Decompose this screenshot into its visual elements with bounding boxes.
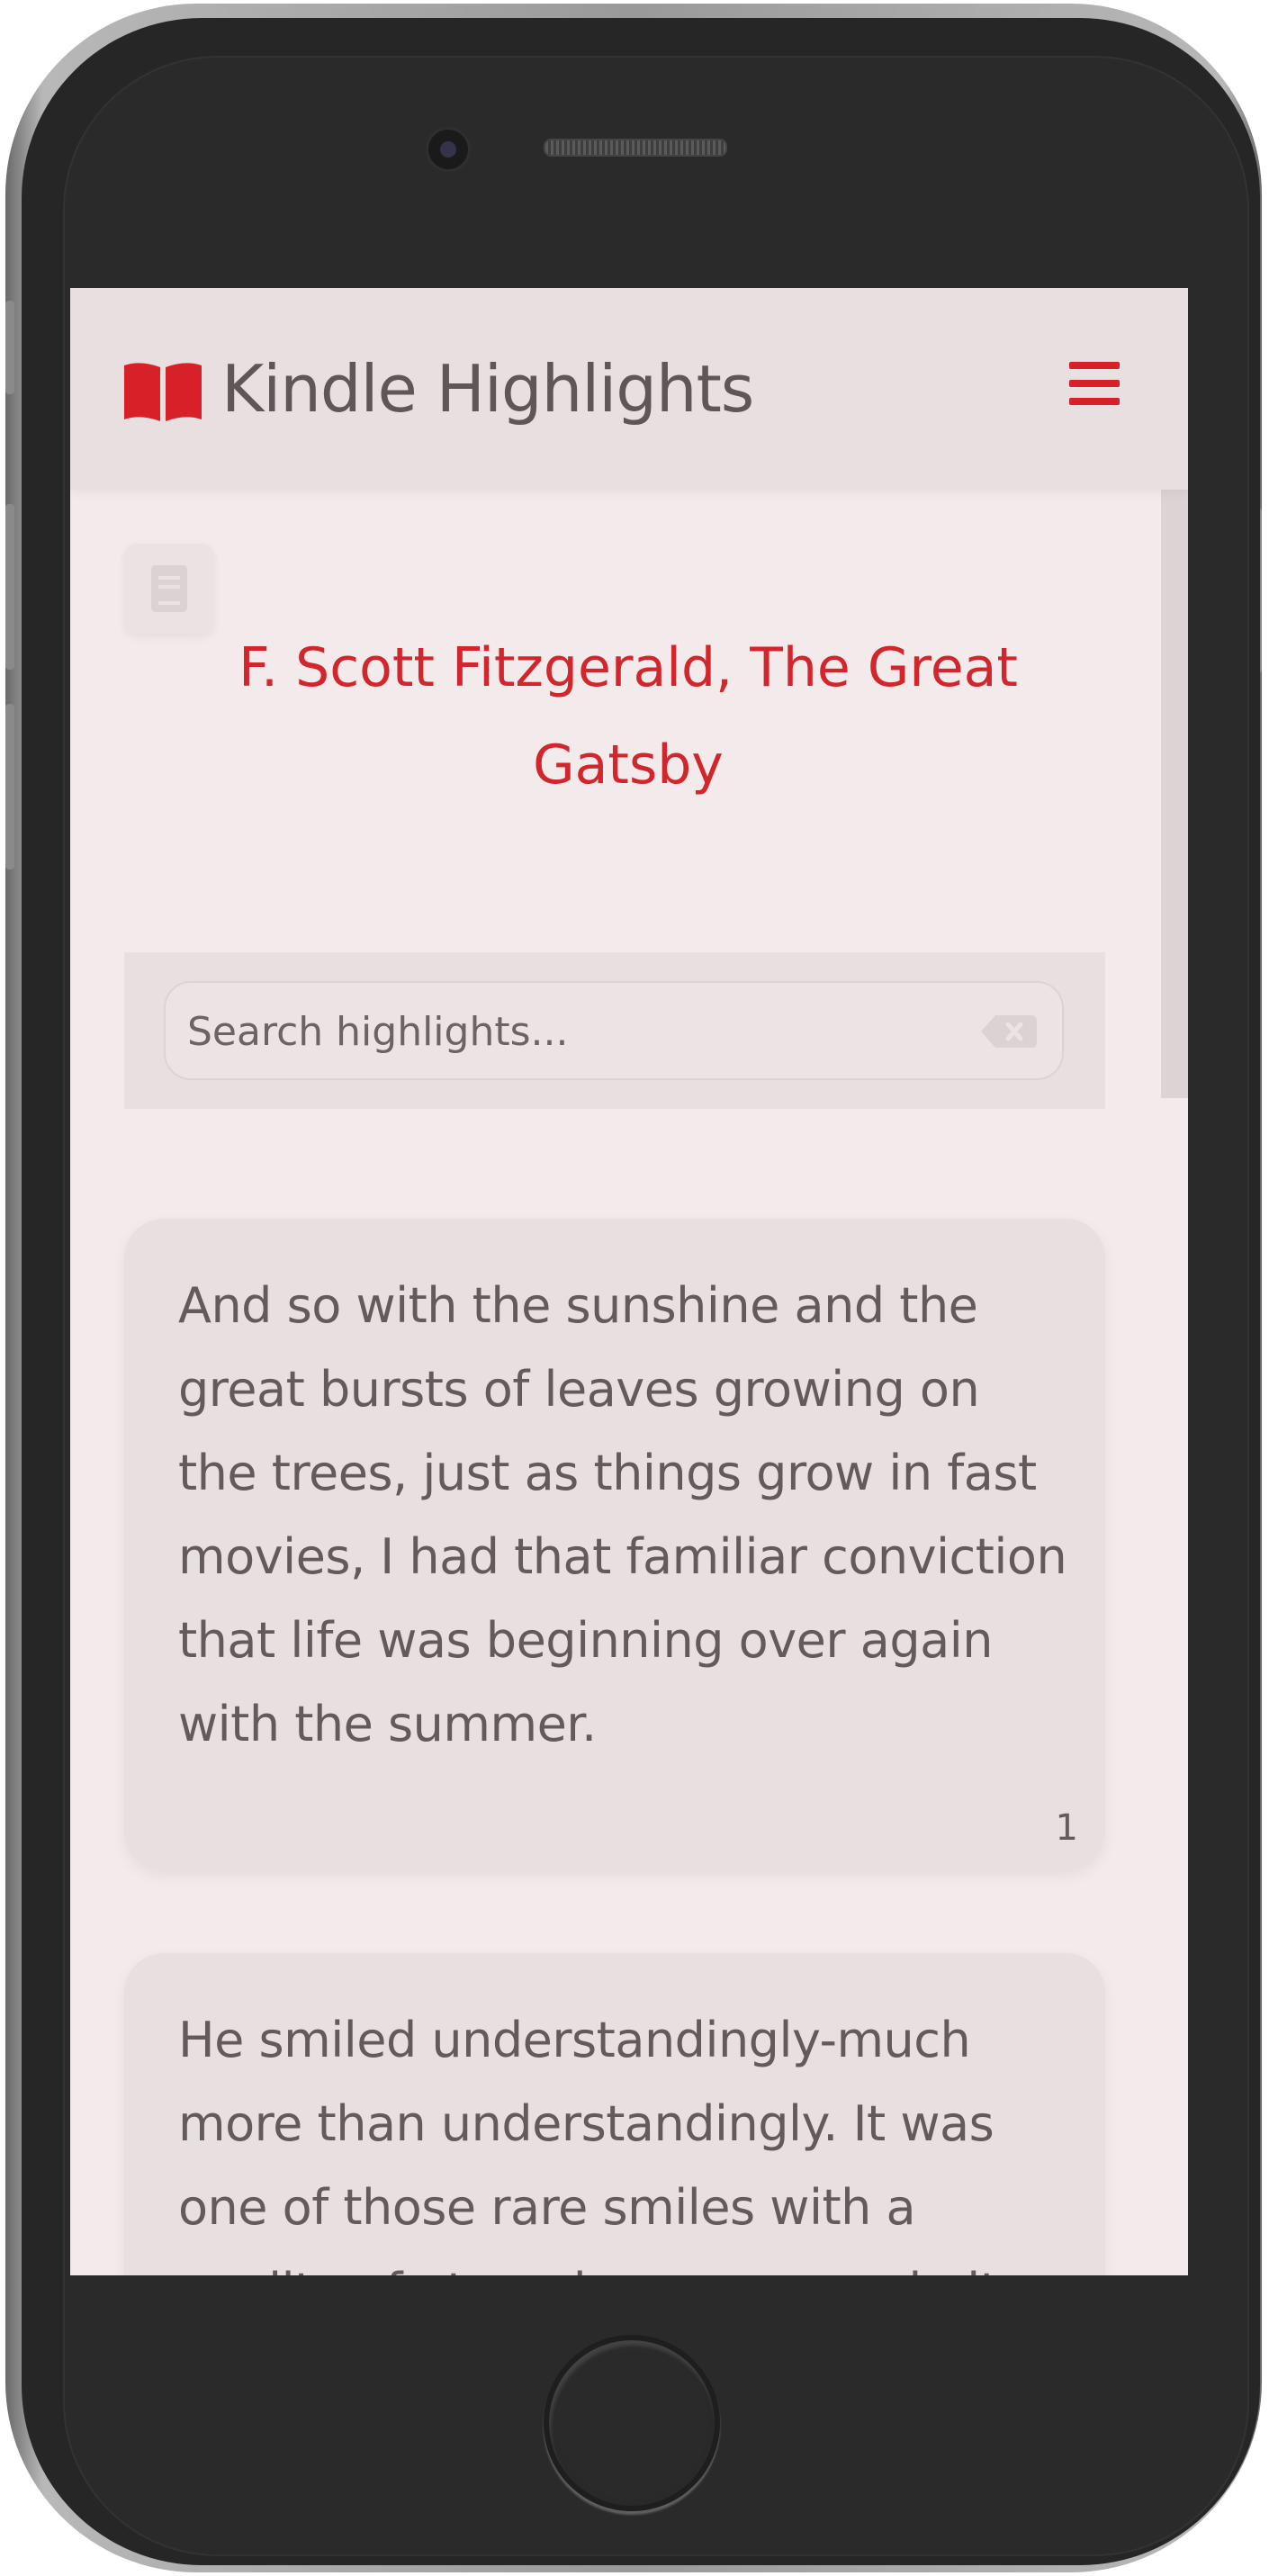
highlight-text: And so with the sunshine and the great b… <box>178 1277 1067 1752</box>
highlight-number: 1 <box>1055 1807 1078 1849</box>
hamburger-menu-icon <box>1069 362 1120 369</box>
book-title: F. Scott Fitzgerald, The Great Gatsby <box>238 636 1018 797</box>
book-icon <box>151 565 187 612</box>
earpiece-speaker <box>544 139 727 157</box>
highlight-text: He smiled understandingly-much more than… <box>178 2012 999 2275</box>
search-panel <box>124 952 1105 1109</box>
navbar: Kindle Highlights <box>70 288 1188 490</box>
home-button[interactable] <box>544 2335 720 2511</box>
screen: Kindle Highlights F. Scott Fitzgerald, T… <box>70 288 1188 2275</box>
volume-down-button <box>5 704 14 869</box>
mute-switch <box>5 301 14 394</box>
search-input[interactable] <box>185 1001 945 1062</box>
highlight-card[interactable]: He smiled understandingly-much more than… <box>124 1953 1105 2275</box>
app-title[interactable]: Kindle Highlights <box>221 351 754 427</box>
highlight-card[interactable]: And so with the sunshine and the great b… <box>124 1219 1105 1870</box>
search-field[interactable] <box>164 981 1064 1080</box>
book-open-icon <box>122 360 203 423</box>
scrollbar[interactable] <box>1161 490 1188 1098</box>
backspace-clear-icon[interactable] <box>981 1015 1037 1048</box>
front-camera <box>428 130 468 169</box>
menu-button[interactable] <box>1069 362 1120 410</box>
volume-up-button <box>5 504 14 670</box>
